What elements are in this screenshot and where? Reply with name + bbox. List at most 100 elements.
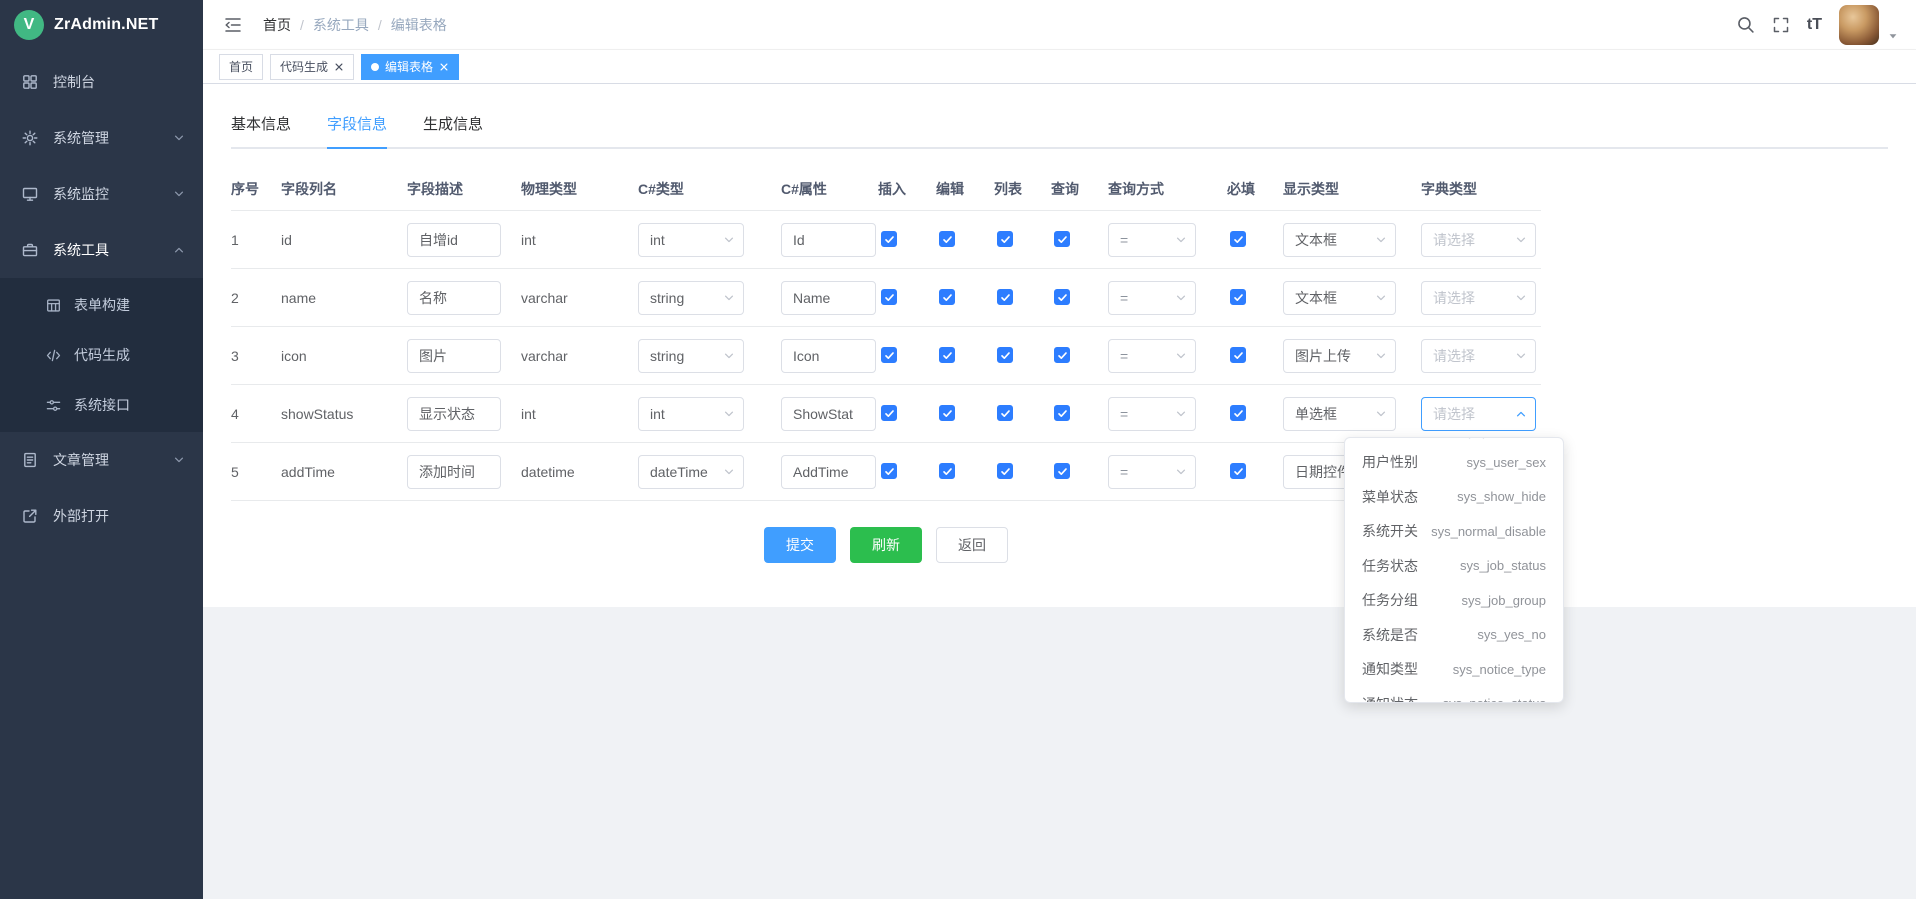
cell-cs_type: int (638, 397, 781, 431)
dict_type-select[interactable]: 请选择 (1421, 223, 1536, 257)
required-checkbox[interactable] (1230, 231, 1246, 247)
list-checkbox[interactable] (997, 231, 1013, 247)
edit-checkbox[interactable] (939, 347, 955, 363)
edit-checkbox[interactable] (939, 405, 955, 421)
display_type-select[interactable]: 文本框 (1283, 281, 1396, 315)
select-value: 请选择 (1433, 230, 1475, 250)
breadcrumb-separator: / (378, 17, 382, 33)
query-checkbox[interactable] (1054, 231, 1070, 247)
query_mode-select[interactable]: = (1108, 281, 1196, 315)
fullscreen-icon[interactable] (1772, 16, 1790, 34)
tag-item[interactable]: 代码生成 (270, 54, 354, 80)
display_type-select[interactable]: 单选框 (1283, 397, 1396, 431)
display_type-select[interactable]: 文本框 (1283, 223, 1396, 257)
query-checkbox[interactable] (1054, 347, 1070, 363)
edit-checkbox[interactable] (939, 231, 955, 247)
query_mode-select[interactable]: = (1108, 339, 1196, 373)
list-checkbox[interactable] (997, 289, 1013, 305)
required-checkbox[interactable] (1230, 289, 1246, 305)
search-icon[interactable] (1736, 15, 1755, 34)
cell-query (1051, 347, 1108, 364)
query_mode-select[interactable]: = (1108, 455, 1196, 489)
cs_type-select[interactable]: string (638, 339, 744, 373)
dropdown-option[interactable]: 系统开关sys_normal_disable (1345, 514, 1563, 549)
dropdown-option[interactable]: 任务状态sys_job_status (1345, 549, 1563, 584)
close-icon[interactable] (439, 62, 449, 72)
dropdown-option[interactable]: 通知类型sys_notice_type (1345, 652, 1563, 687)
dropdown-option[interactable]: 任务分组sys_job_group (1345, 583, 1563, 618)
list-checkbox[interactable] (997, 463, 1013, 479)
breadcrumb-item[interactable]: 首页 (263, 15, 291, 35)
insert-checkbox[interactable] (881, 405, 897, 421)
display_type-select[interactable]: 图片上传 (1283, 339, 1396, 373)
dropdown-option[interactable]: 菜单状态sys_show_hide (1345, 480, 1563, 515)
cs_property-input[interactable] (781, 223, 876, 257)
dict_type-select[interactable]: 请选择 (1421, 397, 1536, 431)
cs_property-input[interactable] (781, 281, 876, 315)
cs_type-select[interactable]: dateTime (638, 455, 744, 489)
cell-insert (878, 289, 936, 306)
sidebar-collapse-icon[interactable] (223, 15, 243, 35)
cs_property-input[interactable] (781, 339, 876, 373)
required-checkbox[interactable] (1230, 347, 1246, 363)
dropdown-option[interactable]: 系统是否sys_yes_no (1345, 618, 1563, 653)
sidebar-item-external-open[interactable]: 外部打开 (0, 488, 203, 544)
insert-checkbox[interactable] (881, 463, 897, 479)
sidebar-item-code-gen[interactable]: 代码生成 (0, 330, 203, 380)
sidebar-item-console[interactable]: 控制台 (0, 54, 203, 110)
breadcrumb-item[interactable]: 系统工具 (313, 15, 369, 35)
sidebar-subitem-label: 表单构建 (74, 295, 130, 315)
sidebar-item-system-admin[interactable]: 系统管理 (0, 110, 203, 166)
tab-item[interactable]: 基本信息 (231, 104, 291, 147)
query-checkbox[interactable] (1054, 405, 1070, 421)
cs_type-select[interactable]: int (638, 223, 744, 257)
column-header: 字典类型 (1421, 179, 1541, 199)
edit-checkbox[interactable] (939, 463, 955, 479)
option-value: sys_job_group (1461, 593, 1546, 608)
dict_type-select[interactable]: 请选择 (1421, 339, 1536, 373)
cs_type-select[interactable]: string (638, 281, 744, 315)
refresh-button[interactable]: 刷新 (850, 527, 922, 563)
query-checkbox[interactable] (1054, 463, 1070, 479)
sidebar-item-system-tools[interactable]: 系统工具 (0, 222, 203, 278)
query_mode-select[interactable]: = (1108, 397, 1196, 431)
avatar[interactable] (1839, 5, 1879, 45)
sidebar-item-system-api[interactable]: 系统接口 (0, 380, 203, 430)
description-input[interactable] (407, 281, 501, 315)
list-checkbox[interactable] (997, 347, 1013, 363)
submit-button[interactable]: 提交 (764, 527, 836, 563)
tag-item[interactable]: 编辑表格 (361, 54, 459, 80)
list-checkbox[interactable] (997, 405, 1013, 421)
sidebar-item-form-build[interactable]: 表单构建 (0, 280, 203, 330)
query_mode-select[interactable]: = (1108, 223, 1196, 257)
cell-edit (936, 463, 994, 480)
tab-item[interactable]: 生成信息 (423, 104, 483, 147)
required-checkbox[interactable] (1230, 405, 1246, 421)
insert-checkbox[interactable] (881, 347, 897, 363)
cs_type-select[interactable]: int (638, 397, 744, 431)
insert-checkbox[interactable] (881, 231, 897, 247)
sidebar-item-article-admin[interactable]: 文章管理 (0, 432, 203, 488)
cs_property-input[interactable] (781, 455, 876, 489)
chevron-down-icon (173, 132, 185, 144)
back-button[interactable]: 返回 (936, 527, 1008, 563)
tab-item[interactable]: 字段信息 (327, 104, 387, 147)
description-input[interactable] (407, 223, 501, 257)
breadcrumb-item[interactable]: 编辑表格 (391, 15, 447, 35)
required-checkbox[interactable] (1230, 463, 1246, 479)
description-input[interactable] (407, 397, 501, 431)
cs_property-input[interactable] (781, 397, 876, 431)
description-input[interactable] (407, 339, 501, 373)
sidebar-item-system-monitor[interactable]: 系统监控 (0, 166, 203, 222)
dropdown-option[interactable]: 用户性别sys_user_sex (1345, 445, 1563, 480)
tag-item[interactable]: 首页 (219, 54, 263, 80)
close-icon[interactable] (334, 62, 344, 72)
dropdown-option[interactable]: 通知状态sys_notice_status (1345, 687, 1563, 704)
query-checkbox[interactable] (1054, 289, 1070, 305)
insert-checkbox[interactable] (881, 289, 897, 305)
column-header: 必填 (1227, 179, 1283, 199)
dict_type-select[interactable]: 请选择 (1421, 281, 1536, 315)
edit-checkbox[interactable] (939, 289, 955, 305)
font-size-icon[interactable]: tT (1807, 16, 1822, 34)
description-input[interactable] (407, 455, 501, 489)
